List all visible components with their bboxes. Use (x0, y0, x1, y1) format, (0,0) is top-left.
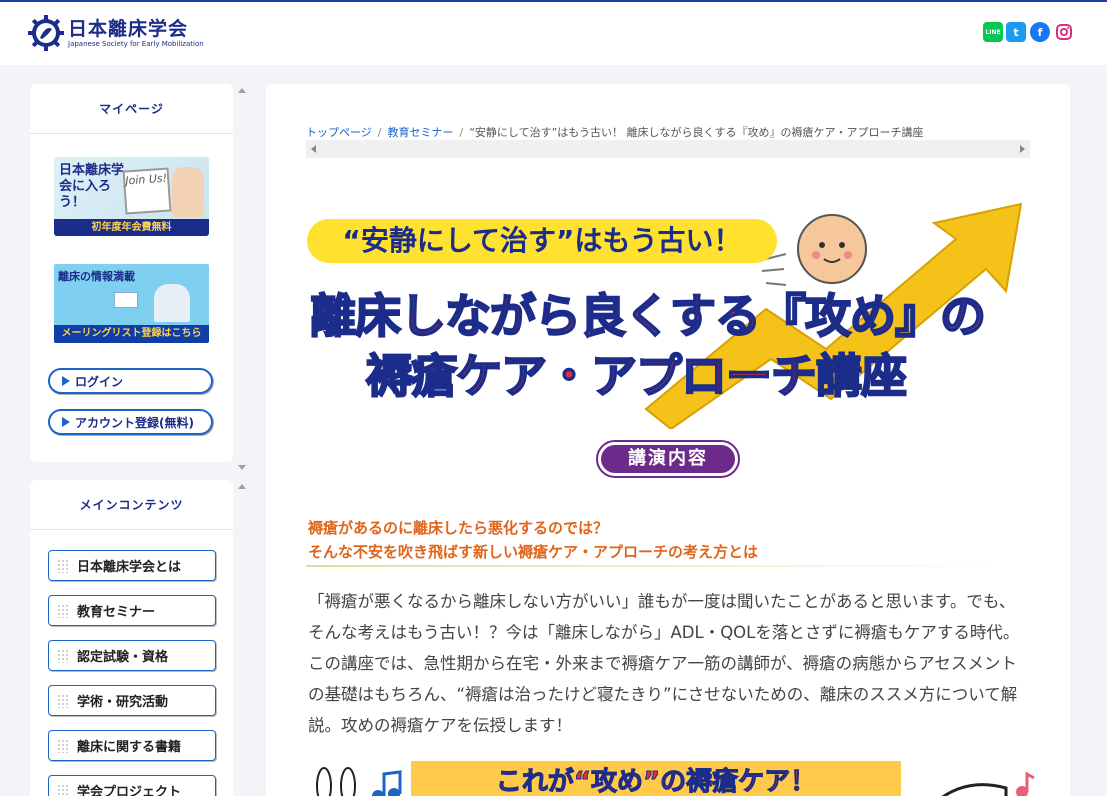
menu-item-books[interactable]: 離床に関する書籍 (48, 730, 216, 761)
join-board: Join Us! (122, 167, 172, 215)
scroll-down-icon[interactable] (238, 465, 246, 470)
mypage-title: マイページ (30, 84, 233, 134)
gear-logo-icon (28, 15, 64, 51)
menu-item-about[interactable]: 日本離床学会とは (48, 550, 216, 581)
grip-icon (57, 558, 69, 573)
logo-japanese-name: 日本離床学会 (68, 17, 189, 40)
facebook-icon[interactable]: f (1030, 22, 1050, 42)
breadcrumb: トップページ / 教育セミナー / “安静にして治す”はもう古い！ 離床しながら良くする… (306, 124, 1030, 158)
body-paragraph: 「褥瘡が悪くなるから離床しない方がいい」誰もが一度は聞いたことがあると思います。… (308, 592, 1020, 735)
register-button[interactable]: アカウント登録(無料) (48, 409, 213, 435)
grip-icon (57, 783, 69, 796)
mailbox-icon (154, 284, 190, 322)
join-banner-text: 日本離床学会に入ろう！ (59, 163, 125, 210)
join-banner[interactable]: 日本離床学会に入ろう！ Join Us! 初年度年会費無料 (54, 157, 209, 236)
hero-subtitle: “安静にして治す”はもう古い！ (307, 219, 777, 263)
hero-title-line1: 離床しながら良くする『攻め』の (309, 288, 987, 344)
breadcrumb-scrollbar[interactable] (306, 140, 1030, 158)
login-label: ログイン (75, 374, 124, 389)
scroll-up-icon[interactable] (238, 88, 246, 93)
logo-english-name: Japanese Society for Early Mobilization (68, 39, 204, 48)
main-content: トップページ / 教育セミナー / “安静にして治す”はもう古い！ 離床しながら良くする… (266, 84, 1070, 796)
attack-care-banner: これが“攻め”の褥瘡ケア！ (411, 761, 901, 796)
grip-icon (57, 648, 69, 663)
mailing-list-banner[interactable]: 離床の情報満載 メーリングリスト登録はこちら (54, 264, 209, 343)
grip-icon (57, 738, 69, 753)
music-note-icon (316, 767, 402, 796)
menu-item-seminar[interactable]: 教育セミナー (48, 595, 216, 626)
login-button[interactable]: ログイン (48, 368, 213, 394)
mypage-scrollbar[interactable] (236, 84, 246, 474)
breadcrumb-top-link[interactable]: トップページ (306, 126, 372, 139)
breadcrumb-seminar-link[interactable]: 教育セミナー (388, 126, 454, 139)
hero-banner: “安静にして治す”はもう古い！ 離床しながら良くする『攻め』の 褥瘡ケア・アプロ… (306, 199, 1030, 429)
menu-item-projects[interactable]: 学会プロジェクト (48, 775, 216, 796)
mail-banner-footer: メーリングリスト登録はこちら (54, 325, 209, 343)
main-contents-scrollbar[interactable] (236, 480, 246, 796)
main-contents-panel: メインコンテンツ 日本離床学会とは 教育セミナー 認定試験・資格 学術・研究活動… (30, 480, 233, 796)
site-header: 日本離床学会 Japanese Society for Early Mobili… (0, 2, 1107, 65)
hero-title-line2: 褥瘡ケア・アプローチ講座 (365, 348, 908, 404)
envelope-icon (114, 292, 138, 308)
register-label: アカウント登録(無料) (75, 415, 194, 430)
menu-item-certification[interactable]: 認定試験・資格 (48, 640, 216, 671)
breadcrumb-current: “安静にして治す”はもう古い！ 離床しながら良くする『攻め』の褥瘡ケア・アプロー… (469, 126, 924, 139)
line-icon[interactable]: LINE (983, 22, 1003, 42)
triangle-right-icon (62, 376, 70, 386)
triangle-right-icon (62, 417, 70, 427)
mail-banner-text: 離床の情報満載 (58, 270, 135, 283)
scroll-up-icon[interactable] (238, 484, 246, 489)
lead-heading: 褥瘡があるのに離床したら悪化するのでは？ そんな不安を吹き飛ばす新しい褥瘡ケア・… (308, 519, 759, 561)
nurse-cap-icon (941, 772, 1035, 796)
grip-icon (57, 603, 69, 618)
scroll-left-icon[interactable] (311, 145, 316, 153)
main-contents-title: メインコンテンツ (30, 480, 233, 530)
grip-icon (57, 693, 69, 708)
mypage-panel: マイページ 日本離床学会に入ろう！ Join Us! 初年度年会費無料 離床の情… (30, 84, 233, 462)
hand-illustration (172, 167, 204, 217)
lead-underline (306, 565, 1006, 567)
twitter-icon[interactable]: t (1006, 22, 1026, 42)
instagram-icon[interactable] (1054, 22, 1074, 42)
lecture-content-tag: 講演内容 (596, 440, 740, 478)
menu-item-research[interactable]: 学術・研究活動 (48, 685, 216, 716)
scroll-right-icon[interactable] (1020, 145, 1025, 153)
join-banner-footer: 初年度年会費無料 (54, 219, 209, 236)
site-logo[interactable]: 日本離床学会 Japanese Society for Early Mobili… (28, 15, 204, 51)
